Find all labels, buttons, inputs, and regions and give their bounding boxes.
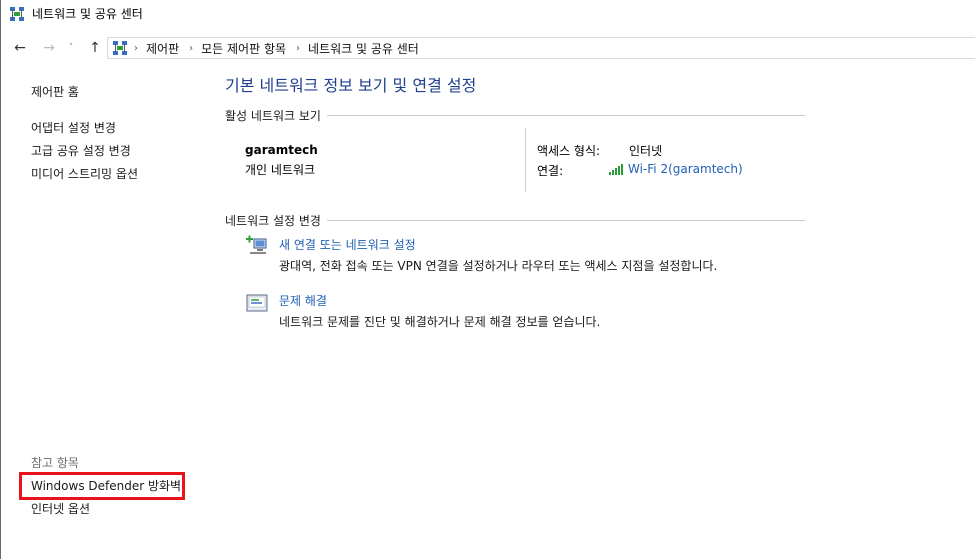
change-settings-header: 네트워크 설정 변경: [225, 212, 805, 228]
access-type-value: 인터넷: [629, 144, 663, 158]
new-connection-description: 광대역, 전화 접속 또는 VPN 연결을 설정하거나 라우터 또는 액세스 지…: [279, 259, 718, 273]
page-title: 기본 네트워크 정보 보기 및 연결 설정: [225, 76, 477, 95]
troubleshoot-link[interactable]: 문제 해결: [279, 292, 327, 309]
media-streaming-options-link[interactable]: 미디어 스트리밍 옵션: [31, 166, 138, 182]
network-setup-icon: [246, 235, 267, 254]
breadcrumb-network-center[interactable]: 네트워크 및 공유 센터: [308, 40, 419, 57]
troubleshoot-icon: [246, 294, 268, 312]
recent-locations-button[interactable]: ˅: [64, 38, 78, 58]
control-panel-home-link[interactable]: 제어판 홈: [31, 84, 79, 100]
network-sharing-center-window: 네트워크 및 공유 센터 ← → ˅ ↑ › 제어판 › 모든 제어판 항목 ›…: [0, 0, 975, 559]
back-button[interactable]: ←: [10, 38, 30, 58]
left-task-pane: 제어판 홈 어댑터 설정 변경 고급 공유 설정 변경 미디어 스트리밍 옵션 …: [1, 62, 206, 559]
main-content: 기본 네트워크 정보 보기 및 연결 설정 활성 네트워크 보기 garamte…: [225, 62, 975, 559]
network-category-link[interactable]: 개인 네트워크: [245, 161, 315, 178]
section-divider: [326, 114, 805, 116]
breadcrumb-all-items[interactable]: 모든 제어판 항목: [201, 40, 286, 57]
chevron-right-icon[interactable]: ›: [296, 43, 300, 54]
up-button[interactable]: ↑: [85, 38, 105, 58]
active-networks-label: 활성 네트워크 보기: [225, 108, 321, 123]
window-title: 네트워크 및 공유 센터: [32, 7, 143, 21]
advanced-sharing-settings-link[interactable]: 고급 공유 설정 변경: [31, 143, 131, 159]
back-arrow-icon: ←: [14, 40, 26, 56]
troubleshoot-description: 네트워크 문제를 진단 및 해결하거나 문제 해결 정보를 얻습니다.: [279, 315, 601, 329]
chevron-down-icon: ˅: [68, 42, 74, 53]
address-bar[interactable]: › 제어판 › 모든 제어판 항목 › 네트워크 및 공유 센터: [107, 37, 975, 59]
network-name: garamtech: [245, 143, 318, 157]
network-center-icon: [10, 7, 24, 21]
navigation-bar: ← → ˅ ↑ › 제어판 › 모든 제어판 항목 › 네트워크 및 공유 센터: [1, 34, 975, 62]
connection-label: 연결:: [537, 164, 564, 178]
network-center-icon: [113, 41, 127, 55]
chevron-right-icon: ›: [134, 42, 138, 54]
connection-value[interactable]: Wi-Fi 2(garamtech): [628, 162, 743, 176]
vertical-divider: [525, 128, 526, 192]
internet-options-link[interactable]: 인터넷 옵션: [31, 501, 90, 517]
see-also-heading: 참고 항목: [31, 456, 79, 470]
connection-link[interactable]: Wi-Fi 2(garamtech): [609, 162, 743, 176]
change-settings-label: 네트워크 설정 변경: [225, 213, 321, 228]
access-type-label: 액세스 형식:: [537, 144, 601, 158]
windows-defender-firewall-link[interactable]: Windows Defender 방화벽: [31, 478, 181, 494]
new-connection-link[interactable]: 새 연결 또는 네트워크 설정: [279, 236, 416, 253]
active-networks-header: 활성 네트워크 보기: [225, 107, 805, 123]
forward-button[interactable]: →: [39, 38, 59, 58]
forward-arrow-icon: →: [43, 40, 55, 56]
up-arrow-icon: ↑: [89, 40, 101, 56]
chevron-right-icon[interactable]: ›: [189, 43, 193, 54]
wifi-signal-icon: [609, 164, 623, 175]
title-bar: 네트워크 및 공유 센터: [1, 0, 975, 30]
breadcrumb: › 제어판 › 모든 제어판 항목 › 네트워크 및 공유 센터: [132, 38, 427, 58]
breadcrumb-control-panel[interactable]: 제어판: [146, 40, 179, 57]
section-divider: [326, 219, 805, 221]
change-adapter-settings-link[interactable]: 어댑터 설정 변경: [31, 120, 116, 136]
